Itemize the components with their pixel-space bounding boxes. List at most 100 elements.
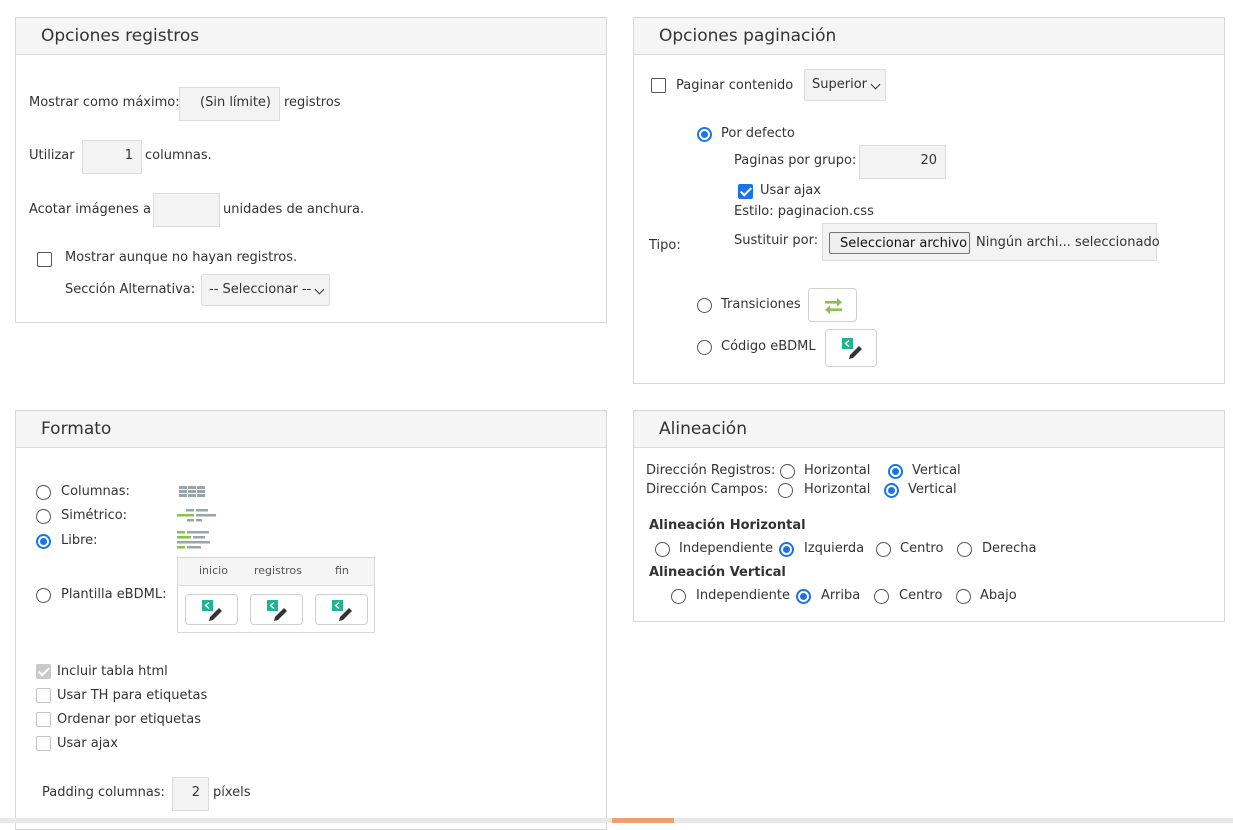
formato-header: Formato	[16, 411, 606, 448]
formato-columnas-radio[interactable]	[36, 485, 51, 500]
file-status: Ningún archi... seleccionado	[976, 235, 1160, 250]
sustituir-label: Sustituir por:	[734, 233, 819, 248]
h-align-independiente-label: Independiente	[679, 541, 774, 556]
padding-suffix: píxels	[213, 785, 251, 800]
alineacion-panel: Alineación Dirección Registros: Horizont…	[633, 410, 1225, 622]
alt-section-select[interactable]: -- Seleccionar --	[201, 274, 330, 306]
h-align-derecha-label: Derecha	[982, 541, 1037, 556]
h-align-izquierda-radio[interactable]	[779, 542, 794, 557]
formato-panel: Formato Columnas: Simétrico: Libre: Plan…	[15, 410, 607, 830]
v-align-centro-label: Centro	[899, 588, 943, 603]
alt-section-value: -- Seleccionar --	[209, 282, 312, 297]
v-align-arriba-label: Arriba	[821, 588, 861, 603]
free-layout-icon	[177, 531, 210, 549]
dir-registros-vertical-radio[interactable]	[888, 464, 903, 479]
dir-campos-vertical-radio[interactable]	[884, 483, 899, 498]
h-align-title: Alineación Horizontal	[649, 518, 806, 533]
scroll-accent-segment	[612, 818, 674, 823]
h-align-derecha-radio[interactable]	[957, 542, 972, 557]
paginacion-ajax-label: Usar ajax	[760, 183, 821, 198]
swap-arrows-icon	[825, 298, 842, 314]
dir-registros-label: Dirección Registros:	[646, 463, 776, 478]
formato-libre-radio[interactable]	[36, 534, 51, 549]
v-align-abajo-label: Abajo	[980, 588, 1017, 603]
transitions-button[interactable]	[808, 288, 857, 322]
plantilla-table: inicio registros fin	[177, 557, 375, 633]
transiciones-label: Transiciones	[721, 297, 801, 312]
code-edit-icon	[842, 338, 862, 359]
dir-registros-horizontal-radio[interactable]	[780, 464, 795, 479]
padding-input[interactable]: 2	[172, 777, 209, 811]
cols-suffix: columnas.	[145, 148, 212, 163]
paginas-input[interactable]: 20	[859, 145, 946, 179]
pagination-position-select[interactable]: Superior	[804, 69, 886, 101]
code-edit-icon	[332, 600, 352, 621]
select-file-button[interactable]: Seleccionar archivo	[829, 232, 970, 254]
usar-th-checkbox[interactable]	[36, 688, 51, 703]
image-width-input[interactable]	[153, 193, 220, 227]
formato-simetrico-radio[interactable]	[36, 509, 51, 524]
tipo-defecto-radio[interactable]	[697, 127, 712, 142]
formato-plantilla-radio[interactable]	[36, 588, 51, 603]
dir-campos-horizontal-radio[interactable]	[778, 483, 793, 498]
defecto-label: Por defecto	[721, 126, 795, 141]
dir-campos-vertical-label: Vertical	[908, 482, 957, 497]
tipo-codigo-radio[interactable]	[697, 340, 712, 355]
ordenar-checkbox[interactable]	[36, 712, 51, 727]
h-align-independiente-radio[interactable]	[655, 542, 670, 557]
dir-registros-horizontal-label: Horizontal	[804, 463, 871, 478]
dir-campos-label: Dirección Campos:	[646, 482, 768, 497]
code-edit-icon	[202, 600, 222, 621]
max-suffix: registros	[284, 95, 341, 110]
registros-title: Opciones registros	[41, 26, 200, 46]
formato-ajax-checkbox[interactable]	[36, 736, 51, 751]
alineacion-header: Alineación	[634, 411, 1224, 448]
img-prefix: Acotar imágenes a	[29, 202, 151, 217]
v-align-abajo-radio[interactable]	[956, 589, 971, 604]
paginacion-ajax-checkbox[interactable]	[738, 184, 753, 199]
plantilla-inicio-edit-button[interactable]	[185, 594, 238, 625]
plantilla-header-inicio: inicio	[199, 564, 228, 577]
v-align-independiente-label: Independiente	[696, 588, 791, 603]
plantilla-registros-edit-button[interactable]	[250, 594, 303, 625]
ordenar-label: Ordenar por etiquetas	[57, 712, 201, 727]
tipo-transiciones-radio[interactable]	[697, 298, 712, 313]
codigo-edit-button[interactable]	[825, 329, 877, 367]
plantilla-header-registros: registros	[254, 564, 302, 577]
tipo-label: Tipo:	[649, 238, 681, 253]
formato-ajax-label: Usar ajax	[57, 736, 118, 751]
h-align-centro-radio[interactable]	[876, 542, 891, 557]
show-empty-label: Mostrar aunque no hayan registros.	[65, 250, 298, 265]
dir-campos-horizontal-label: Horizontal	[804, 482, 871, 497]
plantilla-header-row: inicio registros fin	[178, 558, 374, 586]
libre-label: Libre:	[61, 533, 98, 548]
horizontal-scrollbar[interactable]	[0, 818, 1233, 823]
v-align-centro-radio[interactable]	[874, 589, 889, 604]
padding-label: Padding columnas:	[42, 785, 165, 800]
usar-th-label: Usar TH para etiquetas	[57, 688, 208, 703]
cols-prefix: Utilizar	[29, 148, 75, 163]
incluir-tabla-checkbox[interactable]	[36, 664, 51, 679]
dir-registros-vertical-label: Vertical	[912, 463, 961, 478]
v-align-independiente-radio[interactable]	[671, 589, 686, 604]
columnas-label: Columnas:	[61, 484, 130, 499]
paginacion-panel: Opciones paginación Paginar contenido Su…	[633, 17, 1225, 384]
registros-header: Opciones registros	[16, 18, 606, 55]
max-label: Mostrar como máximo:	[29, 95, 180, 110]
columns-input[interactable]: 1	[82, 140, 142, 174]
alt-section-label: Sección Alternativa:	[65, 282, 196, 297]
formato-title: Formato	[41, 419, 112, 439]
paginacion-header: Opciones paginación	[634, 18, 1224, 55]
paginar-label: Paginar contenido	[676, 78, 794, 93]
plantilla-fin-edit-button[interactable]	[315, 594, 368, 625]
pagination-position-value: Superior	[812, 77, 867, 92]
file-input[interactable]: Seleccionar archivo Ningún archi... sele…	[822, 223, 1160, 261]
show-empty-checkbox[interactable]	[37, 252, 52, 267]
max-records-input[interactable]: (Sin límite)	[179, 87, 280, 121]
estilo-label: Estilo: paginacion.css	[734, 204, 874, 219]
v-align-arriba-radio[interactable]	[796, 589, 811, 604]
paginar-checkbox[interactable]	[651, 78, 666, 93]
symmetric-layout-icon	[177, 509, 216, 522]
img-suffix: unidades de anchura.	[223, 202, 365, 217]
chevron-down-icon	[314, 284, 325, 295]
